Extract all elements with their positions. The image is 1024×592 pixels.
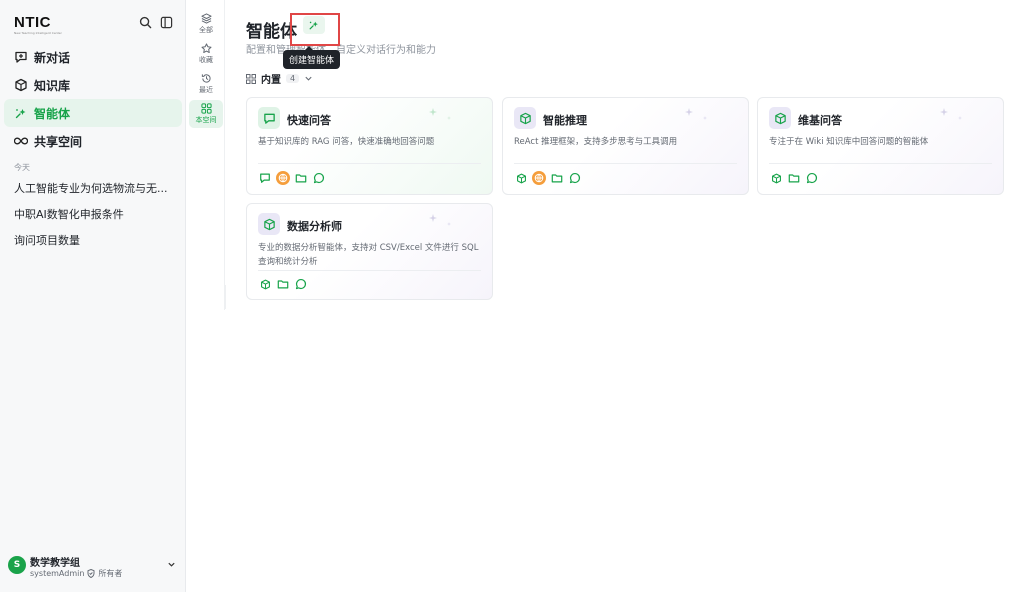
new-chat-icon [14,50,28,64]
divider [769,163,992,164]
layers-icon [200,13,212,24]
agent-sparkle-icon [308,19,320,31]
message-tag-icon [568,171,582,185]
filter-favorites[interactable]: 收藏 [189,40,223,68]
agent-sparkle-icon [14,106,28,120]
user-account: systemAdmin [30,569,85,578]
agent-card-title: 维基问答 [798,114,842,127]
agent-card-description: ReAct 推理框架，支持多步思考与工具调用 [514,137,678,147]
sidebar-toggle-icon[interactable] [160,16,173,29]
agent-card-title: 智能推理 [543,114,587,127]
sparkle-icon [939,107,967,121]
sparkle-icon [428,107,456,121]
agent-card-title: 快速问答 [287,114,331,127]
filter-this-space[interactable]: 本空间 [189,100,223,128]
page-subtitle: 配置和管理智能体，自定义对话行为和能力 [246,45,436,56]
shield-icon [87,569,95,578]
sparkle-icon [684,107,712,121]
message-tag-icon [312,171,326,185]
agent-card-wiki-qa[interactable]: 维基问答 专注于在 Wiki 知识库中回答问题的智能体 [757,97,1004,195]
folder-tag-icon [294,171,308,185]
user-role: 所有者 [98,569,123,578]
history-icon [201,73,212,84]
knowledge-base-icon [14,78,28,92]
cube-tag-icon [514,171,528,185]
cube-icon [514,107,536,129]
divider [258,270,481,271]
cube-tag-icon [769,171,783,185]
agent-card-title: 数据分析师 [287,220,342,233]
sidebar: NTIC New Teaching Intelligent Center 新对话… [0,0,186,592]
history-item[interactable]: 人工智能专业为何选物流与无... [14,180,168,196]
grid-icon [246,73,256,84]
message-tag-icon [294,277,308,291]
infinity-icon [14,134,28,148]
agent-card-description: 基于知识库的 RAG 问答，快速准确地回答问题 [258,137,435,147]
filter-label: 最近 [199,86,213,94]
cube-tag-icon [258,277,272,291]
filter-label: 本空间 [195,116,217,124]
page-title: 智能体 [246,22,297,42]
app-logo[interactable]: NTIC New Teaching Intelligent Center [14,14,62,35]
star-icon [201,43,212,54]
agent-card-quick-qa[interactable]: 快速问答 基于知识库的 RAG 问答，快速准确地回答问题 [246,97,493,195]
nav-knowledge-base[interactable]: 知识库 [4,71,182,99]
agent-card-description: 专业的数据分析智能体，支持对 CSV/Excel 文件进行 SQL 查询和统计分… [258,243,479,267]
filter-label: 收藏 [199,56,213,64]
builtin-group-toggle[interactable]: 内置 4 [246,71,313,86]
history-item[interactable]: 中职AI数智化申报条件 [14,206,124,222]
folder-tag-icon [550,171,564,185]
user-profile[interactable]: S 数学教学组 systemAdmin 所有者 [8,554,180,584]
search-icon[interactable] [139,16,152,29]
filter-all[interactable]: 全部 [189,10,223,38]
agent-card-reasoning[interactable]: 智能推理 ReAct 推理框架，支持多步思考与工具调用 [502,97,749,195]
nav-label: 智能体 [34,106,71,121]
avatar: S [8,556,26,574]
chat-icon [258,107,280,129]
nav-agents[interactable]: 智能体 [4,99,182,127]
nav-label: 知识库 [34,78,71,93]
history-section-today: 今天 [14,163,30,172]
cube-icon [769,107,791,129]
logo-text: NTIC [14,14,51,31]
agent-card-description: 专注于在 Wiki 知识库中回答问题的智能体 [769,137,929,147]
builtin-label: 内置 [261,75,281,86]
divider [258,163,481,164]
chevron-down-icon [304,74,313,83]
create-agent-button[interactable] [303,16,325,34]
create-agent-tooltip: 创建智能体 [283,46,341,69]
filter-column: 全部 收藏 最近 本空间 [187,0,225,310]
space-icon [200,103,212,114]
chevron-down-icon[interactable] [167,560,176,569]
agent-card-data-analyst[interactable]: 数据分析师 专业的数据分析智能体，支持对 CSV/Excel 文件进行 SQL … [246,203,493,300]
message-tag-icon [805,171,819,185]
web-search-tag-icon [532,171,546,185]
user-name: 数学教学组 [30,558,80,569]
chat-tag-icon [258,171,272,185]
cube-icon [258,213,280,235]
nav-label: 新对话 [34,50,71,65]
sparkle-icon [428,213,456,227]
history-item[interactable]: 询问项目数量 [14,232,80,248]
folder-tag-icon [787,171,801,185]
divider [514,163,737,164]
filter-label: 全部 [199,26,213,34]
nav-new-chat[interactable]: 新对话 [4,43,182,71]
filter-recent[interactable]: 最近 [189,70,223,98]
nav-label: 共享空间 [34,134,83,149]
web-search-tag-icon [276,171,290,185]
logo-subtitle: New Teaching Intelligent Center [14,31,62,35]
folder-tag-icon [276,277,290,291]
divider [225,285,226,309]
nav-shared-space[interactable]: 共享空间 [4,127,182,155]
user-account-role: systemAdmin 所有者 [30,568,122,579]
builtin-count-badge: 4 [286,74,300,83]
